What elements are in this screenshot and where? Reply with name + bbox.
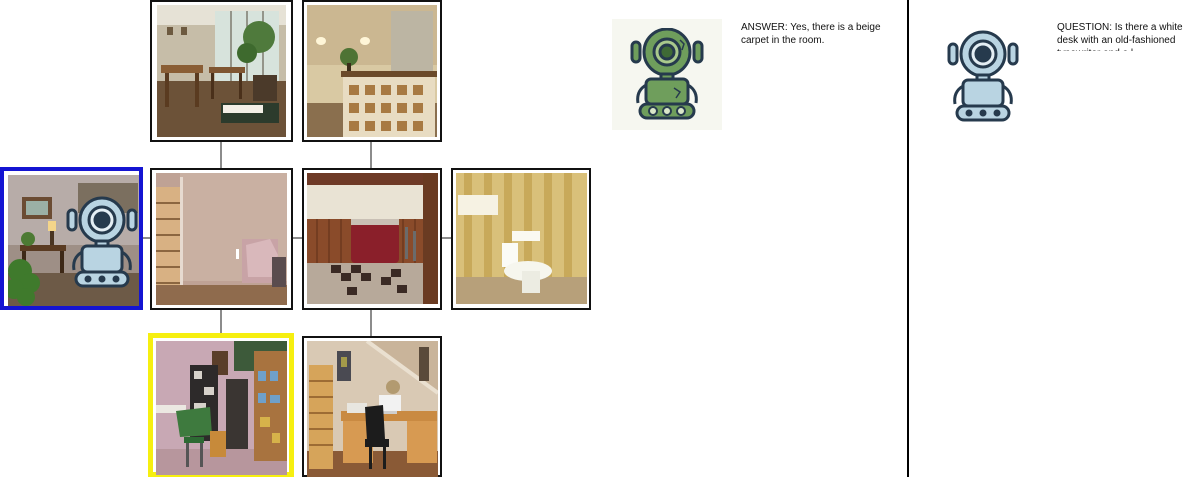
edge-staircase-office — [220, 309, 222, 335]
answer-text: ANSWER: Yes, there is a beige carpet in … — [741, 22, 881, 46]
bar-counter-room-image — [307, 5, 437, 137]
study-desk-image — [307, 341, 438, 477]
room-tile-staircase[interactable] — [150, 168, 293, 310]
room-tile-bar-counter[interactable] — [302, 0, 442, 142]
room-tile-living-current[interactable] — [0, 167, 143, 310]
room-tile-basement-bar[interactable] — [302, 168, 442, 310]
home-office-image — [156, 341, 287, 475]
room-tile-dining[interactable] — [150, 0, 293, 142]
dining-room-image — [157, 5, 286, 137]
room-tile-bathroom[interactable] — [451, 168, 591, 310]
blue-robot-icon — [66, 196, 138, 288]
edge-bar-basementbar — [370, 141, 372, 169]
question-text: QUESTION: Is there a white desk with an … — [1057, 22, 1183, 51]
bathroom-toilet-image — [456, 173, 587, 304]
edge-basementbar-study — [370, 309, 372, 336]
room-tile-study-desk[interactable] — [302, 336, 442, 477]
basement-bar-image — [307, 173, 438, 304]
oracle-avatar-frame — [612, 19, 722, 130]
blue-robot-icon — [947, 30, 1019, 122]
green-robot-icon — [630, 28, 704, 120]
staircase-basement-image — [156, 173, 287, 305]
panel-divider — [907, 0, 909, 477]
edge-living-staircase — [142, 237, 150, 239]
edge-dining-staircase — [220, 141, 222, 169]
room-tile-home-office-target[interactable] — [148, 333, 294, 477]
edge-staircase-basementbar — [292, 237, 302, 239]
